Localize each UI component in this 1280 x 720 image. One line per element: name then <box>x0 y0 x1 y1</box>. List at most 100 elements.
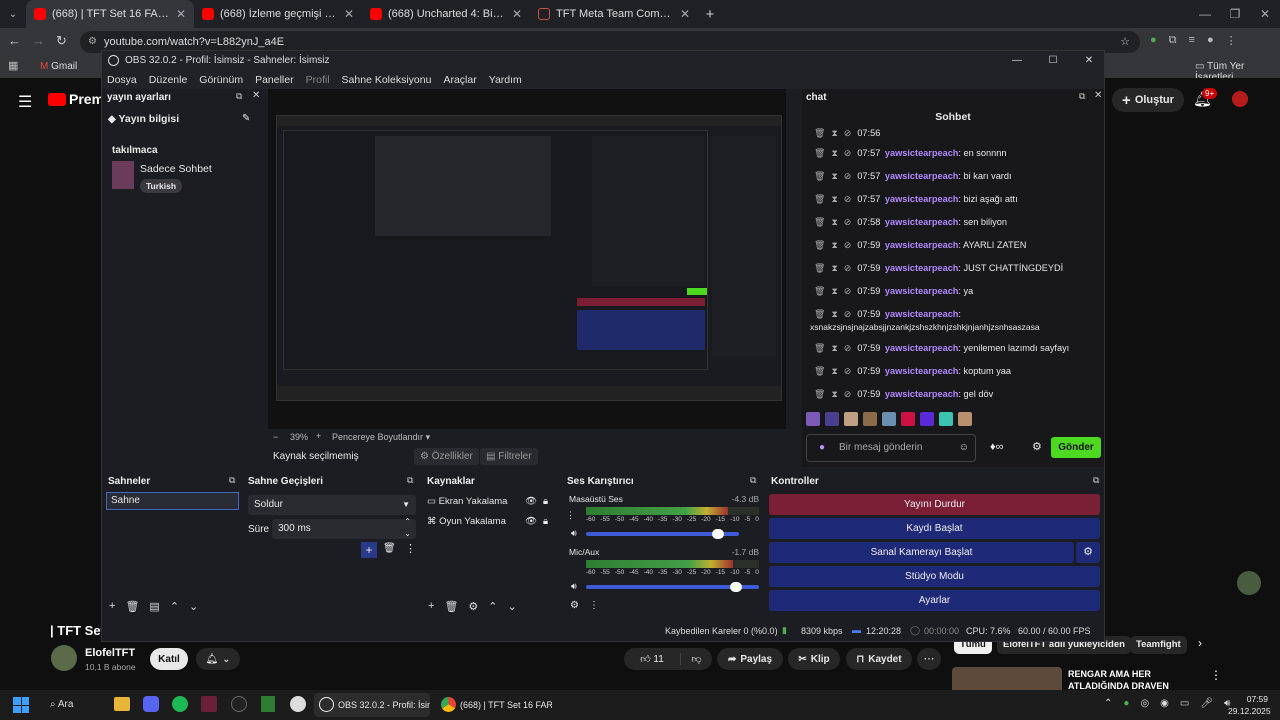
add-icon[interactable]: + <box>109 600 115 613</box>
forward-icon[interactable]: → <box>32 33 45 48</box>
stop-streaming-button[interactable]: Yayını Durdur <box>769 494 1100 515</box>
timeout-icon[interactable]: ⧗ <box>831 263 837 274</box>
hamburger-menu-icon[interactable]: ☰ <box>18 92 32 112</box>
close-browser-icon[interactable]: ✕ <box>1250 7 1280 21</box>
slider-handle[interactable] <box>712 529 724 539</box>
move-up-icon[interactable]: ⌃ <box>170 600 179 613</box>
zoom-in-icon[interactable]: + <box>316 431 321 441</box>
studio-mode-button[interactable]: Stüdyo Modu <box>769 566 1100 587</box>
share-button[interactable]: ➦ Paylaş <box>717 648 783 670</box>
spin-arrows-icon[interactable]: ⌃ ⌄ <box>404 516 411 540</box>
eye-icon[interactable]: 👁︎ <box>525 516 537 527</box>
microphone-icon[interactable]: 🎤︎ <box>1200 698 1213 709</box>
apps-grid-icon[interactable]: ▦ <box>8 59 18 72</box>
emote[interactable] <box>882 412 896 426</box>
zoom-out-icon[interactable]: − <box>273 432 278 442</box>
taskbar-chrome[interactable]: (668) | TFT Set 16 FARKL <box>436 693 552 717</box>
dock-float-icon[interactable]: ⧉ <box>407 475 413 486</box>
microphone-icon[interactable]: ● <box>819 435 825 461</box>
new-tab-button[interactable]: + <box>698 6 722 23</box>
media-icon[interactable]: ≡ <box>1189 34 1195 47</box>
trash-icon[interactable]: 🗑︎ <box>814 240 825 251</box>
ban-icon[interactable]: ⊘ <box>844 308 852 321</box>
emote[interactable] <box>939 412 953 426</box>
obs-maximize-icon[interactable]: ☐ <box>1038 55 1068 66</box>
app-icon[interactable] <box>231 696 247 712</box>
duration-spinbox[interactable]: 300 ms ⌃ ⌄ <box>272 516 416 540</box>
source-item[interactable]: ⌘ Oyun Yakalama 👁︎ 🔒︎ <box>427 516 557 527</box>
slider-handle[interactable] <box>730 582 742 592</box>
timeout-icon[interactable]: ⧗ <box>831 171 837 182</box>
trash-icon[interactable]: 🗑︎ <box>814 343 825 354</box>
discord-icon[interactable] <box>143 696 159 712</box>
taskbar-obs[interactable]: OBS 32.0.2 - Profil: İsim <box>314 693 430 717</box>
timeout-icon[interactable]: ⧗ <box>831 128 837 139</box>
emote[interactable] <box>844 412 858 426</box>
more-options-icon[interactable]: ⋮ <box>405 542 416 555</box>
close-tab-icon[interactable]: ✕ <box>512 7 522 21</box>
account-avatar[interactable] <box>1232 91 1248 107</box>
dislike-button[interactable]: 👎︎ <box>680 653 712 665</box>
gear-icon[interactable]: ⚙ <box>468 600 478 613</box>
ban-icon[interactable]: ⊘ <box>844 217 852 228</box>
move-up-icon[interactable]: ⌃ <box>488 600 497 613</box>
browser-tab-1[interactable]: (668) | TFT Set 16 FARKLI C ✕ <box>26 0 194 28</box>
save-button[interactable]: ⊓ Kaydet <box>846 648 912 670</box>
maximize-browser-icon[interactable]: ❐ <box>1220 7 1250 21</box>
speaker-icon[interactable]: 🔊︎ <box>571 581 577 592</box>
ban-icon[interactable]: ⊘ <box>844 263 852 274</box>
trash-icon[interactable]: 🗑︎ <box>125 600 139 613</box>
ban-icon[interactable]: ⊘ <box>844 171 852 182</box>
ban-icon[interactable]: ⊘ <box>844 194 852 205</box>
windows-start-icon[interactable] <box>13 697 29 713</box>
move-down-icon[interactable]: ⌄ <box>189 600 198 613</box>
emoji-icon[interactable]: ☺ <box>959 435 969 461</box>
ban-icon[interactable]: ⊘ <box>844 389 852 400</box>
timeout-icon[interactable]: ⧗ <box>831 148 837 159</box>
add-icon[interactable]: + <box>428 600 434 613</box>
trash-icon[interactable]: 🗑︎ <box>814 389 825 400</box>
file-explorer-icon[interactable] <box>114 697 130 711</box>
channel-avatar[interactable] <box>51 645 77 671</box>
menu-icon[interactable]: ⋮ <box>1226 34 1237 47</box>
recommended-thumbnail[interactable] <box>952 667 1062 690</box>
close-tab-icon[interactable]: ✕ <box>176 7 186 21</box>
source-item[interactable]: ▭ Ekran Yakalama 👁︎ 🔒︎ <box>427 496 557 507</box>
move-down-icon[interactable]: ⌄ <box>508 600 517 613</box>
start-recording-button[interactable]: Kaydı Başlat <box>769 518 1100 539</box>
fit-window-select[interactable]: Pencereye Boyutlandır ▾ <box>332 432 430 443</box>
timeout-icon[interactable]: ⧗ <box>831 366 837 377</box>
add-transition-icon[interactable]: + <box>361 542 377 558</box>
menu-tools[interactable]: Araçlar <box>443 74 476 86</box>
reload-icon[interactable]: ↻ <box>56 33 67 49</box>
virtual-camera-settings-button[interactable]: ⚙ <box>1076 542 1100 563</box>
clock[interactable]: 07:59 29.12.2025 <box>1228 693 1271 717</box>
ban-icon[interactable]: ⊘ <box>844 128 852 139</box>
chat-settings-icon[interactable]: ⚙ <box>1032 440 1042 453</box>
trash-icon[interactable]: 🗑︎ <box>814 128 825 139</box>
ban-icon[interactable]: ⊘ <box>844 366 852 377</box>
close-tab-icon[interactable]: ✕ <box>344 7 354 21</box>
timeout-icon[interactable]: ⧗ <box>831 217 837 228</box>
dock-float-icon[interactable]: ⧉ <box>750 475 756 486</box>
obs-close-icon[interactable]: ✕ <box>1074 55 1104 66</box>
lock-icon[interactable]: 🔒︎ <box>543 496 548 507</box>
tab-search-button[interactable]: ⌄ <box>0 9 26 20</box>
tray-app-icon[interactable]: ◎ <box>1140 698 1149 709</box>
filters-button[interactable]: ▤ Filtreler <box>480 448 538 465</box>
speaker-icon[interactable]: 🔊︎ <box>571 528 577 539</box>
ban-icon[interactable]: ⊘ <box>844 343 852 354</box>
emote[interactable] <box>806 412 820 426</box>
browser-tab-2[interactable]: (668) İzleme geçmişi - YouTube ✕ <box>194 0 362 28</box>
timeout-icon[interactable]: ⧗ <box>831 343 837 354</box>
chip-teamfight[interactable]: Teamfight <box>1130 636 1187 654</box>
tray-overflow-icon[interactable]: ⌃ <box>1104 698 1112 709</box>
menu-scene-collection[interactable]: Sahne Koleksiyonu <box>342 74 432 86</box>
dock-close-icon[interactable]: ✕ <box>252 90 260 101</box>
timeout-icon[interactable]: ⧗ <box>831 286 837 297</box>
menu-profile[interactable]: Profil <box>306 74 330 86</box>
more-options-icon[interactable]: ⋮ <box>589 600 599 611</box>
chat-input[interactable]: ● Bir mesaj gönderin ☺ <box>806 434 976 462</box>
filter-icon[interactable]: ▤ <box>149 600 159 613</box>
trash-icon[interactable]: 🗑︎ <box>814 194 825 205</box>
